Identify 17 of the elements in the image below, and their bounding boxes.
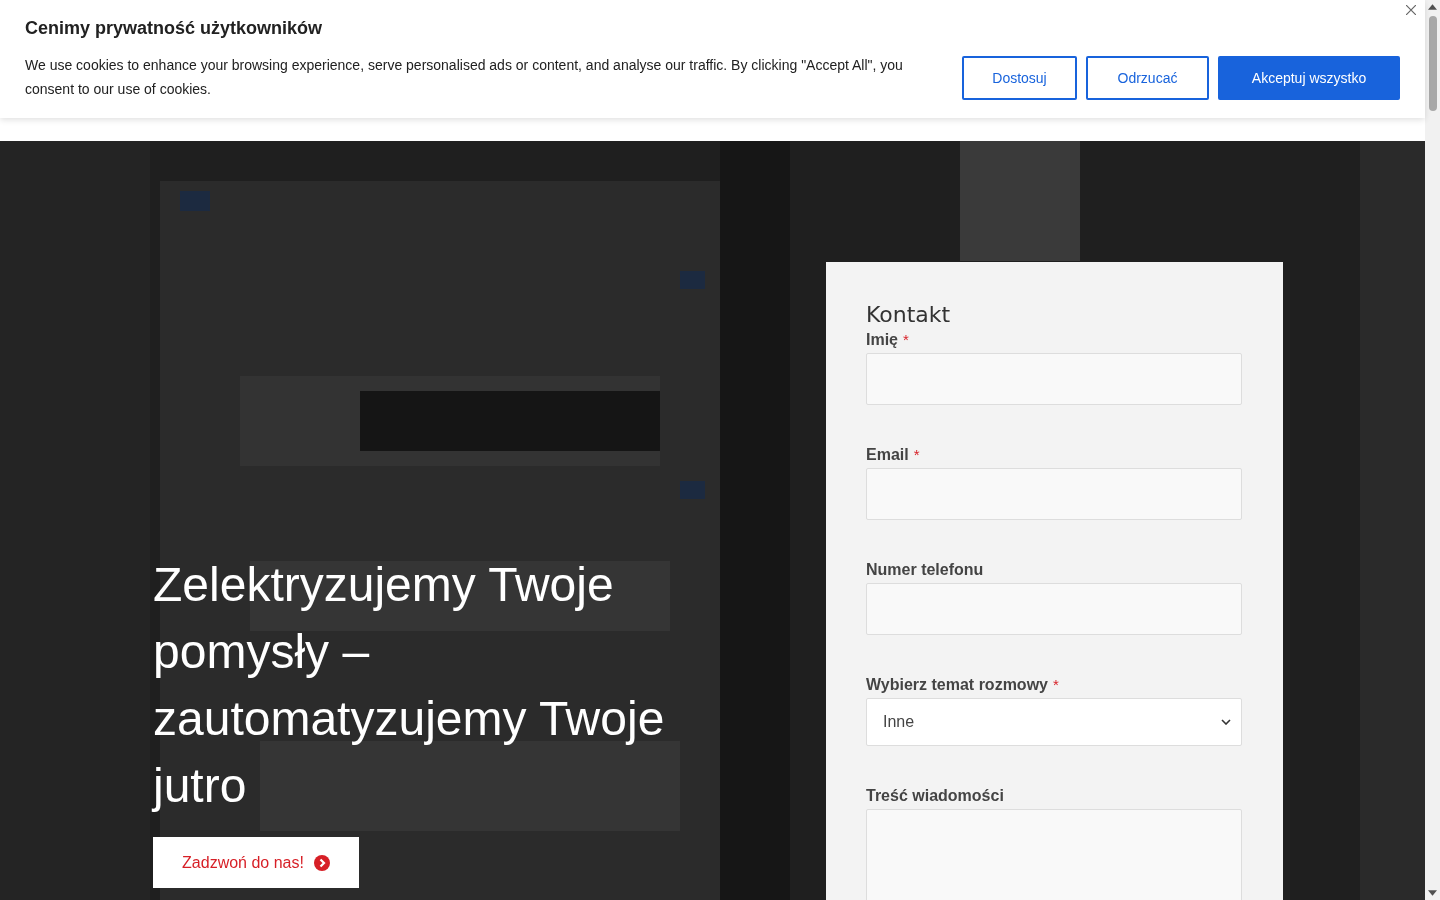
field-label: Email [866,446,909,464]
call-button[interactable]: Zadzwoń do nas! [153,837,359,888]
field-label: Treść wiadomości [866,787,1004,805]
field-label: Wybierz temat rozmowy [866,676,1048,694]
required-mark: * [903,331,909,348]
banner-title: Cenimy prywatność użytkowników [25,18,324,39]
field-label: Numer telefonu [866,561,984,579]
banner-button[interactable]: Odrzucać [1086,56,1209,100]
required-mark: * [913,446,920,463]
form-title: Kontakt [866,302,952,327]
hero-heading: Zelektryzujemy Twoje pomysły – zautomatyzujemy Twoje jutro [153,557,666,814]
banner-button[interactable]: Dostosuj [962,56,1077,100]
topic-select[interactable]: Inne [866,698,1242,746]
accept-button[interactable]: Akceptuj wszystko [1218,56,1400,100]
required-mark: * [1052,676,1059,693]
field-label: Imię [866,331,898,349]
banner-message: We use cookies to enhance your browsing experience, serve personalised ads or content, and analyse our traffic. By clicking "Accept All", you consent to our use of cookies. [25,56,904,99]
